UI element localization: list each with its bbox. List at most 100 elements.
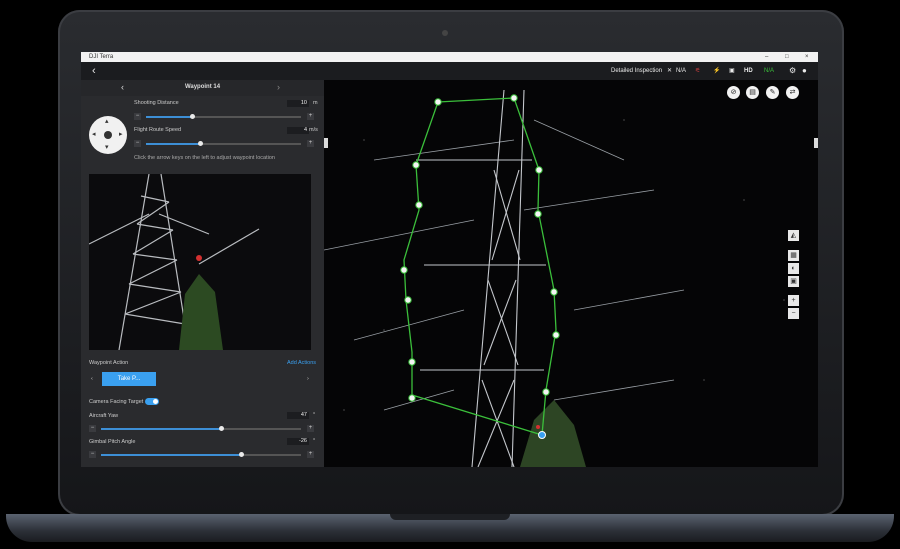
laptop-notch xyxy=(390,514,510,520)
waypoint-marker[interactable] xyxy=(552,331,560,339)
maximize-button[interactable]: □ xyxy=(785,52,789,62)
zoom-out-icon[interactable]: − xyxy=(788,308,799,319)
pitch-minus-button[interactable]: − xyxy=(89,451,96,458)
satellite-icon: ⚟ xyxy=(695,68,701,74)
arrow-down-icon[interactable]: ▾ xyxy=(105,143,109,151)
waypoint-action-label: Waypoint Action xyxy=(89,360,129,366)
add-actions-link[interactable]: Add Actions xyxy=(287,360,316,366)
chevron-left-icon[interactable]: ‹ xyxy=(92,62,96,80)
waypoint-marker[interactable] xyxy=(404,296,412,304)
arrow-right-icon[interactable]: ▸ xyxy=(119,130,123,138)
signal-value: N/A xyxy=(764,68,775,74)
take-photo-action[interactable]: Take P... xyxy=(102,372,156,386)
pitch-plus-button[interactable]: + xyxy=(307,451,314,458)
arrow-left-icon[interactable]: ◂ xyxy=(92,130,96,138)
aircraft-yaw-label: Aircraft Yaw xyxy=(89,413,119,419)
aircraft-yaw-slider[interactable] xyxy=(101,426,301,431)
expand-right-icon[interactable] xyxy=(814,138,818,148)
hd-label: HD xyxy=(744,68,753,74)
rtk-value: N/A xyxy=(676,68,687,74)
flight-speed-input[interactable]: 4 xyxy=(287,127,309,134)
minimize-button[interactable]: – xyxy=(765,52,768,62)
edit-icon[interactable]: ✎ xyxy=(766,86,779,99)
grid-icon[interactable]: ▦ xyxy=(788,250,799,261)
gimbal-pitch-input[interactable]: -26 xyxy=(287,438,309,445)
center-dot-icon xyxy=(104,131,112,139)
yaw-minus-button[interactable]: − xyxy=(89,425,96,432)
gear-icon[interactable]: ⚙ xyxy=(789,62,796,80)
gimbal-target-marker xyxy=(536,425,540,429)
route-icon[interactable]: ⇄ xyxy=(786,86,799,99)
collapse-panel-icon[interactable] xyxy=(324,138,328,148)
gimbal-pitch-unit: ° xyxy=(313,438,316,444)
slider-knob[interactable] xyxy=(197,141,203,146)
waypoint-marker[interactable] xyxy=(534,210,542,218)
speed-plus-button[interactable]: + xyxy=(307,140,314,147)
camera-facing-toggle[interactable] xyxy=(145,398,159,405)
sphere-icon[interactable]: ◐ xyxy=(788,263,799,274)
webcam xyxy=(442,30,448,36)
arrow-up-icon[interactable]: ▴ xyxy=(105,117,109,125)
waypoint-marker[interactable] xyxy=(400,266,408,274)
waypoint-panel: ‹ Waypoint 14 › ▴ ▾ ◂ ▸ Shooting Distanc… xyxy=(81,80,324,467)
aircraft-yaw-unit: ° xyxy=(313,412,316,418)
yaw-plus-button[interactable]: + xyxy=(307,425,314,432)
mode-label: Detailed Inspection xyxy=(611,68,663,74)
aircraft-yaw-input[interactable]: 47 xyxy=(287,412,309,419)
waypoint-marker[interactable] xyxy=(510,94,518,102)
remote-icon: ▣ xyxy=(729,68,735,74)
battery-icon: ⚡ xyxy=(713,68,721,74)
slider-knob[interactable] xyxy=(190,114,195,119)
waypoint-marker[interactable] xyxy=(412,161,420,169)
distance-plus-button[interactable]: + xyxy=(307,113,314,120)
gimbal-pitch-label: Gimbal Pitch Angle xyxy=(89,439,136,445)
close-button[interactable]: × xyxy=(805,52,809,62)
camera-preview xyxy=(89,174,311,350)
flight-speed-unit: m/s xyxy=(309,127,318,133)
waypoint-marker[interactable] xyxy=(434,98,442,106)
waypoint-marker[interactable] xyxy=(535,166,543,174)
slider-fill xyxy=(146,116,193,118)
no-fly-icon[interactable]: ⊘ xyxy=(727,86,740,99)
slider-knob[interactable] xyxy=(218,426,224,431)
shooting-distance-input[interactable]: 10 xyxy=(287,100,309,107)
waypoint-marker[interactable] xyxy=(542,388,550,396)
tower-preview-image xyxy=(89,174,311,350)
screen: DJI Terra – □ × ‹ Detailed Inspection ✕ … xyxy=(81,52,818,467)
user-icon[interactable]: ● xyxy=(802,62,807,80)
waypoint-marker[interactable] xyxy=(408,394,416,402)
shooting-distance-unit: m xyxy=(313,100,318,106)
gimbal-pitch-slider[interactable] xyxy=(101,452,301,457)
distance-minus-button[interactable]: − xyxy=(134,113,141,120)
direction-pad[interactable]: ▴ ▾ ◂ ▸ xyxy=(89,116,127,154)
actions-prev-icon[interactable]: ‹ xyxy=(91,376,93,382)
toggle-knob xyxy=(153,399,158,404)
slider-fill xyxy=(101,428,221,430)
slider-fill xyxy=(101,454,241,456)
flight-speed-label: Flight Route Speed xyxy=(134,127,182,133)
delete-icon[interactable]: ▤ xyxy=(746,86,759,99)
slider-fill xyxy=(146,143,201,145)
waypoint-title: Waypoint 14 xyxy=(184,84,221,90)
waypoint-header: ‹ Waypoint 14 › xyxy=(81,80,324,96)
waypoint-marker[interactable] xyxy=(550,288,558,296)
camera-view-icon[interactable]: ▣ xyxy=(788,276,799,287)
flight-speed-slider[interactable] xyxy=(146,141,301,146)
shooting-distance-slider[interactable] xyxy=(146,114,301,119)
speed-minus-button[interactable]: − xyxy=(134,140,141,147)
slider-knob[interactable] xyxy=(238,452,244,457)
layers-icon[interactable]: ◭ xyxy=(788,230,799,241)
waypoint-marker[interactable] xyxy=(408,358,416,366)
selected-waypoint-marker[interactable] xyxy=(538,431,546,439)
title-bar: DJI Terra – □ × xyxy=(81,52,818,62)
point-cloud-view xyxy=(324,80,818,467)
waypoint-marker[interactable] xyxy=(415,201,423,209)
zoom-in-icon[interactable]: + xyxy=(788,295,799,306)
next-waypoint-icon[interactable]: › xyxy=(277,82,280,92)
rtk-icon: ✕ xyxy=(667,68,673,74)
camera-facing-label: Camera Facing Target xyxy=(89,399,144,405)
map-3d-view[interactable]: ⊘ ▤ ✎ ⇄ ◭ ▦ ◐ ▣ + − xyxy=(324,80,818,467)
window-title: DJI Terra xyxy=(89,54,114,60)
actions-next-icon[interactable]: › xyxy=(307,376,309,382)
shooting-distance-label: Shooting Distance xyxy=(134,100,179,106)
